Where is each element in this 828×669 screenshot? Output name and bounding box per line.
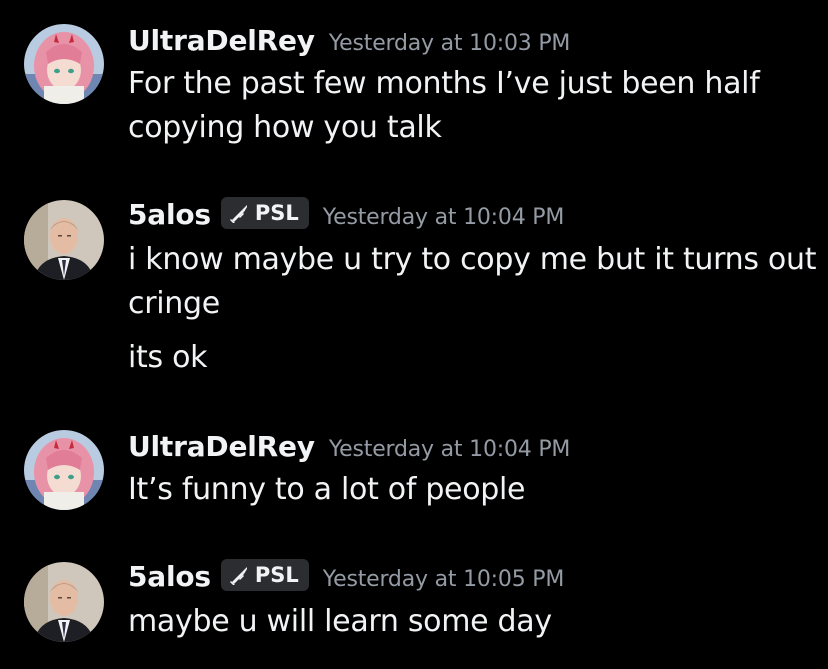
- man-in-suit-avatar-icon[interactable]: [24, 200, 104, 280]
- message-timestamp: Yesterday at 10:04 PM: [322, 205, 565, 230]
- message-text: It’s funny to a lot of people: [128, 472, 526, 507]
- role-tag-label: PSL: [254, 562, 299, 587]
- anime-girl-avatar-icon[interactable]: [24, 24, 104, 104]
- message-text: For the past few months I’ve just been h…: [128, 66, 760, 101]
- message-text: cringe: [128, 286, 220, 321]
- message-text: copying how you talk: [128, 110, 442, 145]
- message-timestamp: Yesterday at 10:04 PM: [328, 437, 571, 462]
- username[interactable]: 5alos: [128, 198, 211, 231]
- sword-icon: [229, 204, 247, 223]
- username[interactable]: UltraDelRey: [128, 24, 315, 57]
- message-timestamp: Yesterday at 10:03 PM: [328, 31, 571, 56]
- message-text: maybe u will learn some day: [128, 604, 552, 639]
- message-text: its ok: [128, 340, 208, 375]
- role-tag[interactable]: PSL: [220, 558, 309, 591]
- username[interactable]: 5alos: [128, 560, 211, 593]
- message-text: i know maybe u try to copy me but it tur…: [128, 242, 817, 277]
- chat-messages: UltraDelRey Yesterday at 10:03 PM For th…: [0, 0, 828, 669]
- username[interactable]: UltraDelRey: [128, 430, 315, 463]
- message-timestamp: Yesterday at 10:05 PM: [322, 567, 565, 592]
- role-tag[interactable]: PSL: [220, 196, 309, 229]
- role-tag-label: PSL: [254, 200, 299, 225]
- man-in-suit-avatar-icon[interactable]: [24, 562, 104, 642]
- anime-girl-avatar-icon[interactable]: [24, 430, 104, 510]
- sword-icon: [229, 566, 247, 585]
